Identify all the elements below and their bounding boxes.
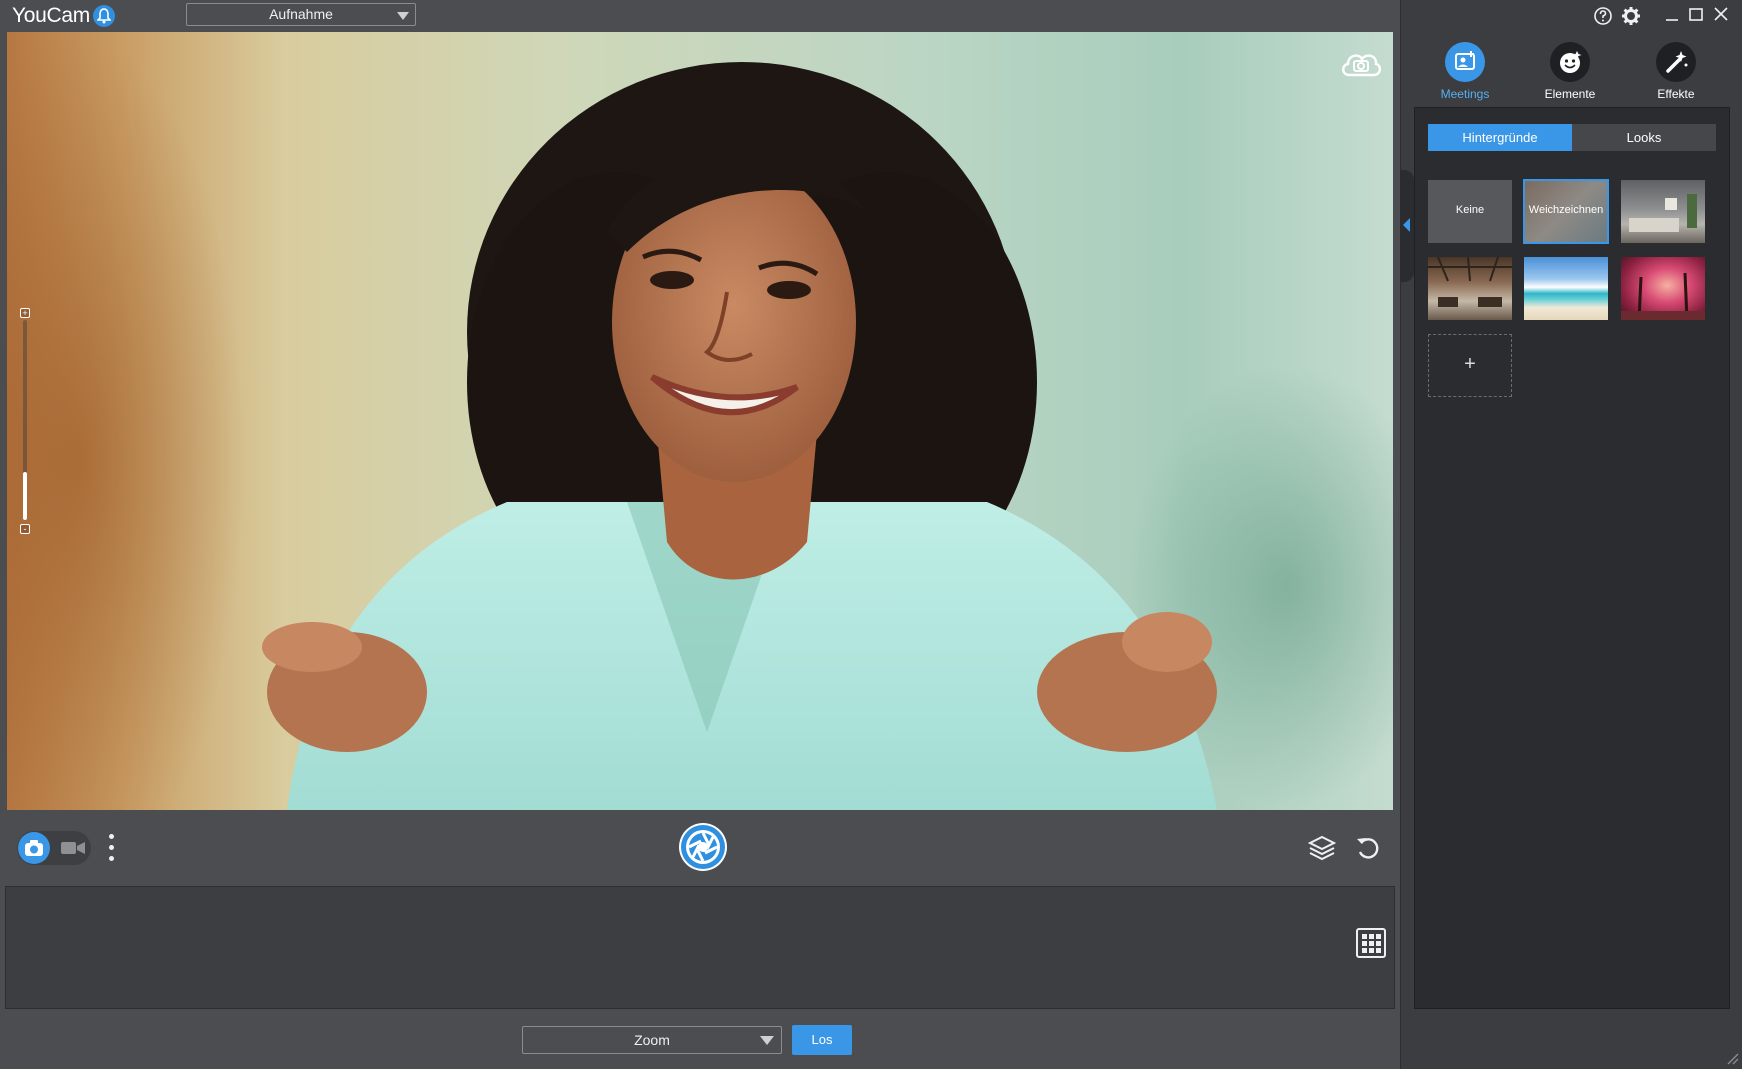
photo-mode-button[interactable] bbox=[18, 832, 50, 864]
zoom-slider[interactable]: + - bbox=[19, 308, 31, 534]
more-options-icon[interactable] bbox=[105, 834, 117, 864]
chevron-left-icon bbox=[1403, 218, 1410, 232]
resize-grip-icon[interactable] bbox=[1720, 1046, 1740, 1066]
mode-dropdown-value: Aufnahme bbox=[269, 6, 333, 22]
layers-icon[interactable] bbox=[1308, 835, 1336, 861]
shutter-icon bbox=[681, 825, 725, 869]
settings-gear-icon[interactable] bbox=[1621, 6, 1641, 26]
chevron-down-icon bbox=[397, 12, 409, 20]
app-title: YouCam bbox=[12, 4, 90, 27]
video-camera-icon[interactable] bbox=[61, 841, 85, 855]
minimize-icon[interactable] bbox=[1664, 6, 1680, 22]
background-living-room-tile[interactable] bbox=[1621, 180, 1705, 243]
background-none-label: Keine bbox=[1455, 204, 1485, 216]
cloud-camera-icon[interactable] bbox=[1339, 47, 1383, 81]
zoom-level-fill[interactable] bbox=[23, 472, 27, 520]
effects-wand-icon bbox=[1656, 42, 1696, 82]
tab-effects[interactable]: Effekte bbox=[1636, 42, 1716, 101]
notification-bell-icon[interactable] bbox=[93, 5, 115, 27]
collapse-panel-handle[interactable] bbox=[1400, 170, 1414, 282]
media-strip bbox=[5, 886, 1395, 1009]
background-blur-label: Weichzeichnen bbox=[1528, 204, 1604, 216]
target-app-value: Zoom bbox=[634, 1032, 670, 1048]
background-beach-tile[interactable] bbox=[1524, 257, 1608, 320]
background-cafe-tile[interactable] bbox=[1428, 257, 1512, 320]
undo-icon[interactable] bbox=[1355, 835, 1381, 861]
subtab-looks[interactable]: Looks bbox=[1572, 124, 1716, 151]
background-blur-tile[interactable]: Weichzeichnen bbox=[1523, 179, 1609, 244]
chevron-down-icon bbox=[760, 1036, 774, 1045]
help-icon[interactable] bbox=[1593, 6, 1613, 26]
mode-dropdown[interactable]: Aufnahme bbox=[186, 3, 416, 26]
photo-video-toggle[interactable] bbox=[17, 831, 91, 865]
tab-meetings[interactable]: Meetings bbox=[1425, 42, 1505, 101]
zoom-out-icon[interactable]: - bbox=[20, 524, 30, 534]
maximize-icon[interactable] bbox=[1688, 6, 1704, 22]
go-button[interactable]: Los bbox=[792, 1025, 852, 1055]
tab-meetings-label: Meetings bbox=[1440, 87, 1490, 101]
subtab-bar: Hintergründe Looks bbox=[1428, 124, 1716, 151]
tab-effects-label: Effekte bbox=[1657, 87, 1695, 101]
person-image bbox=[262, 62, 1217, 810]
background-none-tile[interactable]: Keine bbox=[1428, 180, 1512, 243]
tab-elements[interactable]: Elemente bbox=[1530, 42, 1610, 101]
gallery-grid-icon[interactable] bbox=[1356, 928, 1386, 958]
elements-face-icon bbox=[1550, 42, 1590, 82]
camera-preview bbox=[7, 32, 1393, 810]
target-app-dropdown[interactable]: Zoom bbox=[522, 1026, 782, 1054]
camera-icon bbox=[25, 840, 43, 856]
tab-elements-label: Elemente bbox=[1544, 87, 1596, 101]
background-pink-forest-tile[interactable] bbox=[1621, 257, 1705, 320]
add-background-button[interactable]: + bbox=[1428, 334, 1512, 397]
capture-button[interactable] bbox=[679, 823, 727, 871]
zoom-in-icon[interactable]: + bbox=[20, 308, 30, 318]
meetings-icon bbox=[1445, 42, 1485, 82]
close-icon[interactable] bbox=[1713, 6, 1729, 22]
subtab-backgrounds[interactable]: Hintergründe bbox=[1428, 124, 1572, 151]
